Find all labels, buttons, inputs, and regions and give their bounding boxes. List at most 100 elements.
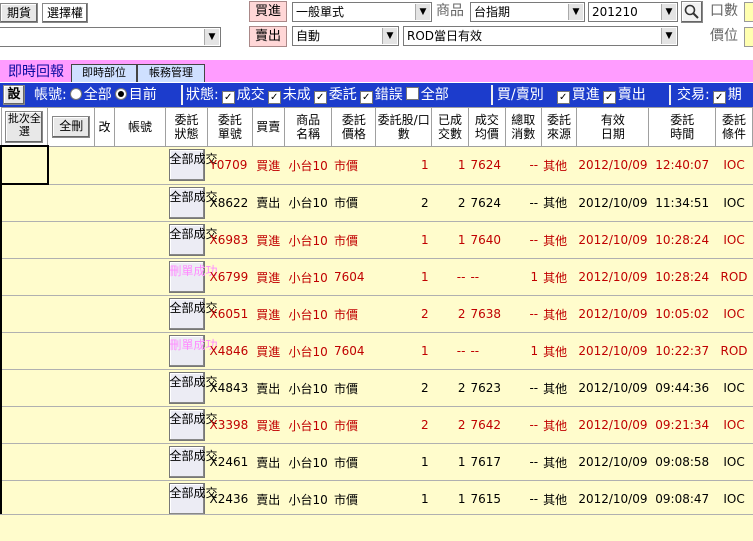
order-status-button[interactable]: 全部成交 [168,224,218,256]
chevron-down-icon: ▼ [568,4,583,20]
buy-button[interactable]: 買進 [249,1,287,22]
order-type-value: 一般單式 [296,5,345,19]
order-status-button[interactable]: 全部成交 [168,446,218,478]
contract-month-select[interactable]: 201210 ▼ [588,2,678,22]
product-cell: 小台10 [284,183,332,222]
account-cell [114,145,166,185]
condition-cell: ROD [715,332,753,370]
status-filled-checkbox[interactable]: ✓ [221,91,235,104]
side-buy-checkbox[interactable]: ✓ [556,91,570,104]
avg-price-cell: 7624 [468,145,506,185]
account-cell [114,258,166,296]
header-cancel-qty: 總取消數 [504,107,542,147]
product-select[interactable]: 台指期 ▼ [470,2,585,22]
qty-input[interactable] [744,2,753,22]
tab-account-management[interactable]: 帳務管理 [137,64,205,82]
date-cell: 2012/10/09 [576,295,649,333]
order-status-button[interactable]: 全部成交 [168,149,218,181]
table-row[interactable]: 刪單成功 X4846 買進 小台10 7604 1 -- -- 1 其他 2012/10/09 10:… [0,332,753,370]
side-cell: 賣出 [252,183,285,222]
time-cell: 12:40:07 [648,145,716,185]
source-cell: 其他 [541,443,577,481]
filled-cell: 2 [431,406,469,444]
avg-price-cell: 7623 [468,369,506,407]
chevron-down-icon: ▼ [204,29,219,45]
side-sell-checkbox[interactable]: ✓ [602,91,616,104]
order-status-button[interactable]: 全部成交 [168,372,218,404]
status-error-checkbox[interactable]: ✓ [359,91,373,104]
source-cell: 其他 [541,145,577,185]
date-cell: 2012/10/09 [576,258,649,296]
auto-value: 自動 [296,29,321,43]
batch-cell [0,221,48,259]
order-status-button[interactable]: 全部成交 [168,298,218,330]
order-status-button[interactable]: 刪單成功 [168,335,218,367]
header-order-no: 委託單號 [206,107,253,147]
time-cell: 10:28:24 [648,221,716,259]
source-cell: 其他 [541,295,577,333]
account-current-radio[interactable] [114,88,127,100]
tab-realtime-report[interactable]: 即時回報 [3,62,69,82]
options-button[interactable]: 選擇權 [42,3,88,23]
table-row[interactable]: 全部成交 Y0709 買進 小台10 市價 1 1 7624 -- 其他 2012/10/09 12:… [0,145,753,185]
price-label: 價位 [710,28,738,44]
order-status-button[interactable]: 全部成交 [168,186,218,219]
avg-price-cell: -- [468,258,506,296]
trade-futures-checkbox[interactable]: ✓ [712,91,726,104]
table-row[interactable]: 全部成交 X6983 買進 小台10 市價 1 1 7640 -- 其他 2012/10/09 10:… [0,221,753,259]
futures-button[interactable]: 期貨 [0,3,38,23]
header-source: 委託來源 [540,107,578,147]
filled-cell: 1 [431,443,469,481]
status-order-checkbox[interactable]: ✓ [313,91,327,104]
batch-cell [0,480,48,518]
settings-button[interactable]: 設 [3,85,25,105]
table-row[interactable]: 刪單成功 X6799 買進 小台10 7604 1 -- -- 1 其他 2012/10/09 10:… [0,258,753,296]
order-type-select[interactable]: 一般單式 ▼ [292,2,432,22]
header-order-price: 委託價格 [331,107,377,147]
filled-cell: 2 [431,183,469,222]
table-row[interactable]: 全部成交 X4843 賣出 小台10 市價 2 2 7623 -- 其他 2012/10/09 09:… [0,369,753,407]
filled-cell: -- [431,258,469,296]
table-row[interactable]: 全部成交 X6051 買進 小台10 市價 2 2 7638 -- 其他 2012/10/09 10:… [0,295,753,333]
table-row[interactable]: 全部成交 X2436 賣出 小台10 市價 1 1 7615 -- 其他 2012/10/09 09:… [0,480,753,518]
modify-cell [94,145,115,185]
price-input[interactable] [744,27,753,47]
order-status-button[interactable]: 刪單成功 [168,261,218,293]
status-unfilled-checkbox[interactable]: ✓ [267,91,281,104]
time-in-force-select[interactable]: ROD當日有效 ▼ [403,26,678,46]
time-cell: 10:28:24 [648,258,716,296]
table-row[interactable]: 全部成交 X3398 買進 小台10 市價 2 2 7642 -- 其他 2012/10/09 09:… [0,406,753,444]
batch-cell [0,258,48,296]
filled-cell: 1 [431,221,469,259]
order-status-button[interactable]: 全部成交 [168,483,218,515]
table-row[interactable]: 全部成交 X8622 賣出 小台10 市價 2 2 7624 -- 其他 2012/10/09 11:… [0,183,753,222]
source-cell: 其他 [541,221,577,259]
price-cell: 市價 [331,369,376,407]
account-current-label: 目前 [128,87,157,103]
qty-cell: 1 [375,221,432,259]
qty-cell: 1 [375,480,432,518]
time-cell: 11:34:51 [648,183,716,222]
source-cell: 其他 [541,480,577,518]
sell-button[interactable]: 賣出 [249,26,287,47]
order-status-button[interactable]: 全部成交 [168,409,218,441]
modify-cell [94,369,115,407]
status-all-checkbox[interactable] [405,87,419,100]
search-button[interactable] [681,1,703,23]
product-value: 台指期 [474,5,511,19]
account-select[interactable]: ▼ [0,27,221,47]
header-modify: 改 [94,107,115,147]
qty-cell: 1 [375,145,432,185]
header-label: 委託狀態 [174,112,199,141]
status-cell: 全部成交 [165,480,218,518]
auto-select[interactable]: 自動 ▼ [292,26,399,46]
account-all-label: 全部 [83,87,112,103]
delete-all-button[interactable]: 全刪 [52,115,91,138]
status-option-label: 未成 [282,87,311,103]
table-row[interactable]: 全部成交 X2461 賣出 小台10 市價 1 1 7617 -- 其他 2012/10/09 09:… [0,443,753,481]
avg-price-cell: 7615 [468,480,506,518]
chevron-down-icon: ▼ [661,28,676,44]
account-all-radio[interactable] [69,88,82,100]
tab-realtime-position[interactable]: 即時部位 [71,64,137,82]
batch-select-all-button[interactable]: 批次全選 [5,110,44,143]
